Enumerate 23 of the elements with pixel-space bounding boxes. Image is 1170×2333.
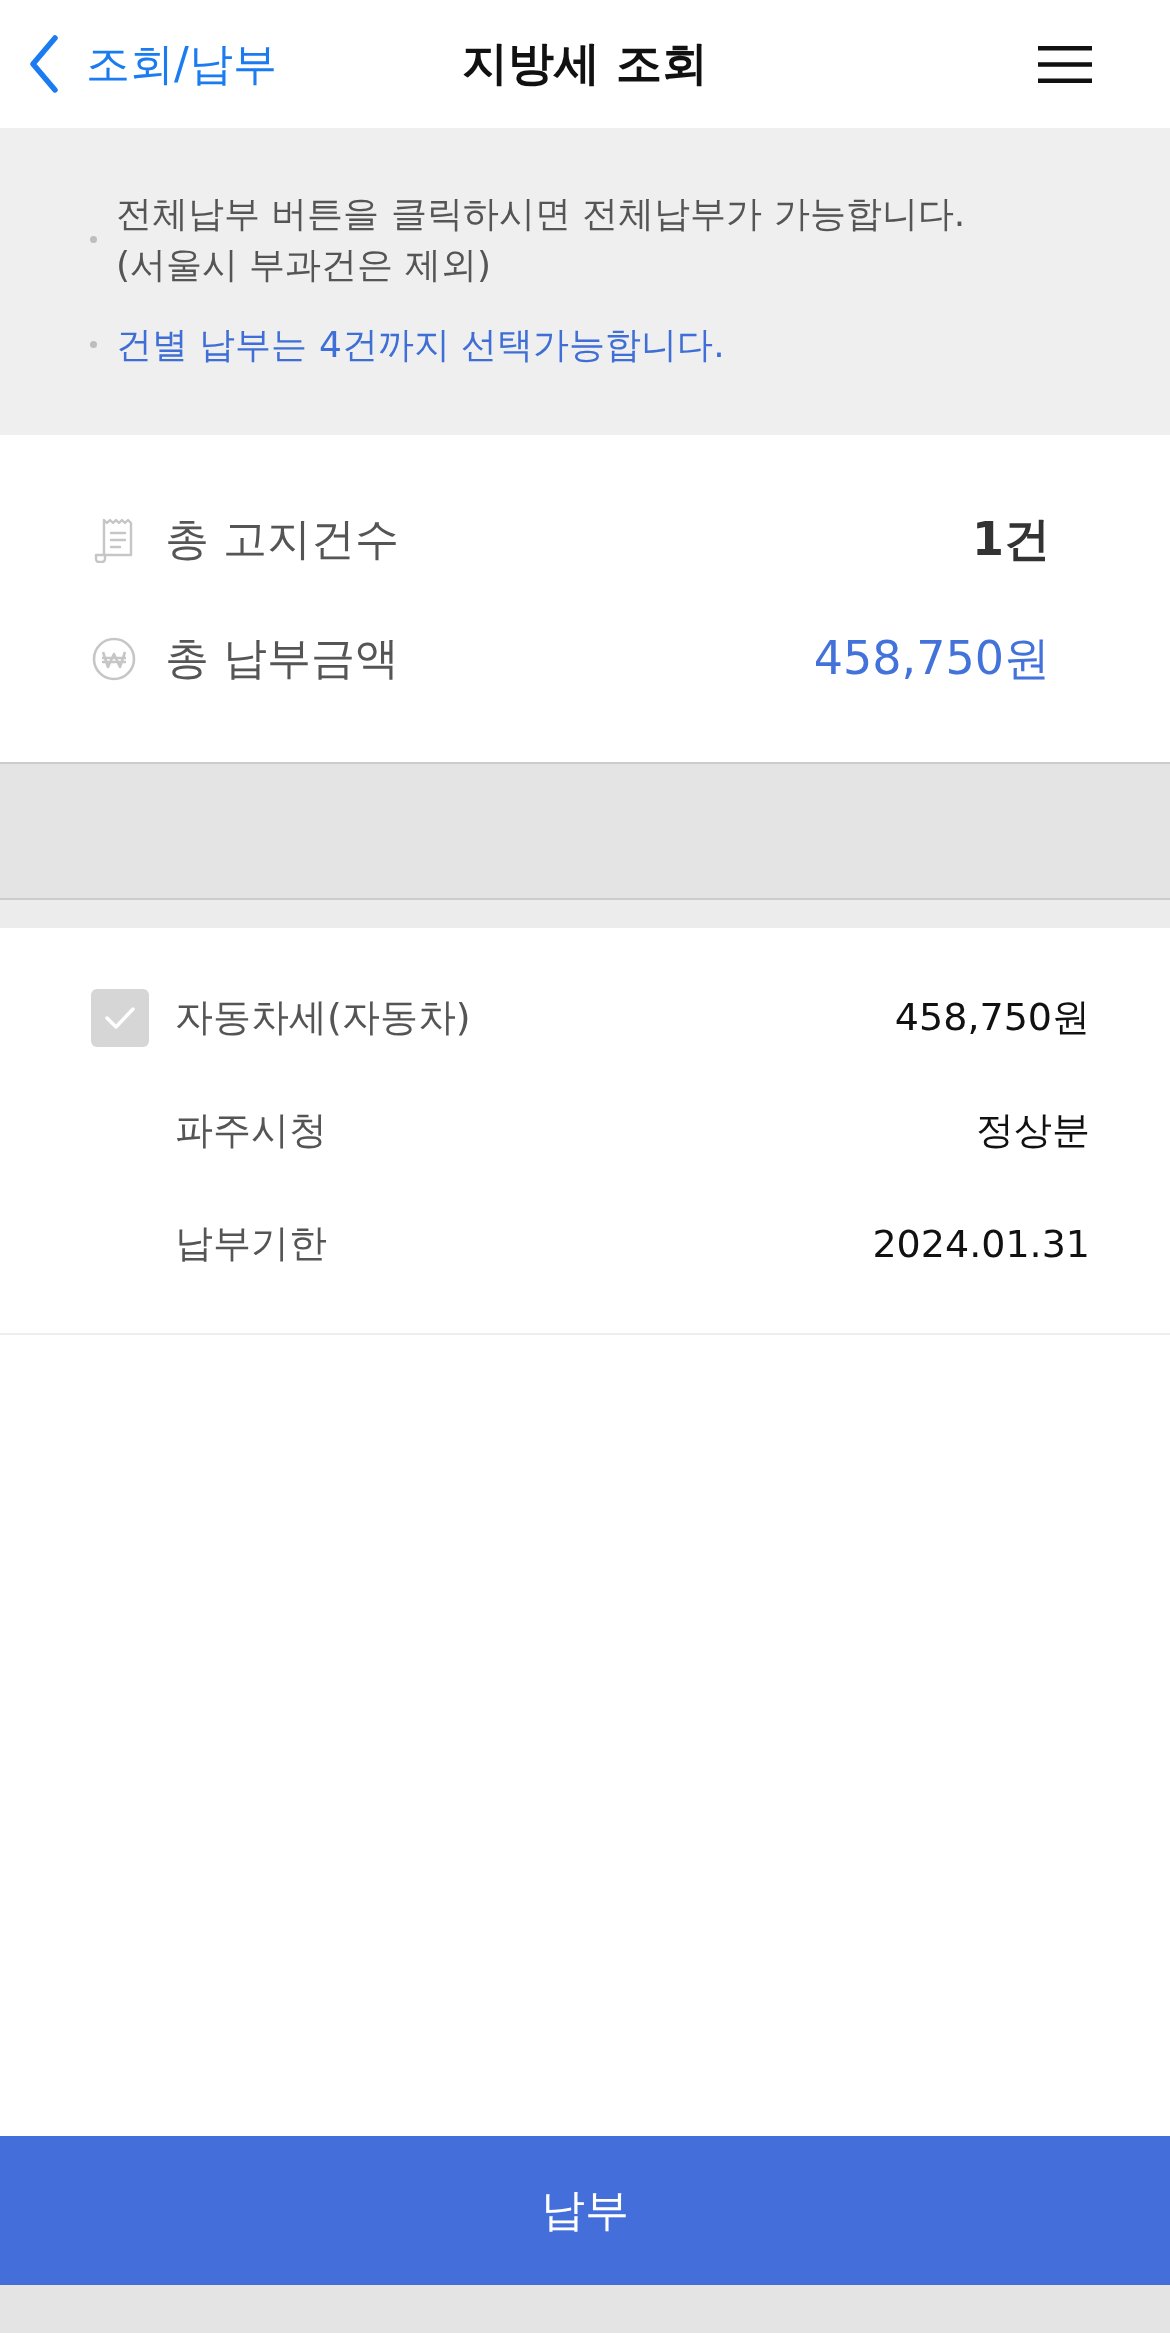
summary-label: 총 고지건수 [165,512,400,566]
page-title: 지방세 조회 [462,35,708,92]
chevron-left-icon [28,35,60,93]
won-coin-icon [92,636,136,681]
detail-value: 정상분 [976,1107,1090,1154]
tax-amount: 458,750원 [894,994,1090,1041]
receipt-icon [94,516,134,563]
menu-icon[interactable] [1038,45,1092,83]
notice-text: 전체납부 버튼을 클릭하시면 전체납부가 가능합니다. (서울시 부과건은 제외) [116,192,966,287]
check-icon [104,1005,136,1030]
notice-text: 건별 납부는 4건까지 선택가능합니다. [116,323,725,367]
detail-label: 납부기한 [175,1220,328,1267]
pay-button[interactable]: 납부 [0,2136,1170,2285]
detail-value: 2024.01.31 [872,1221,1090,1266]
checkbox[interactable] [91,988,149,1047]
back-button[interactable]: 조회/납부 [0,30,285,98]
summary-label: 총 납부금액 [165,631,400,685]
total-amount: 458,750원 [813,629,1050,687]
bullet-icon [90,235,97,243]
tax-name: 자동차세(자동차) [175,994,472,1041]
detail-label: 파주시청 [175,1107,328,1154]
bullet-icon [90,341,97,348]
notice-count: 1건 [972,510,1050,568]
